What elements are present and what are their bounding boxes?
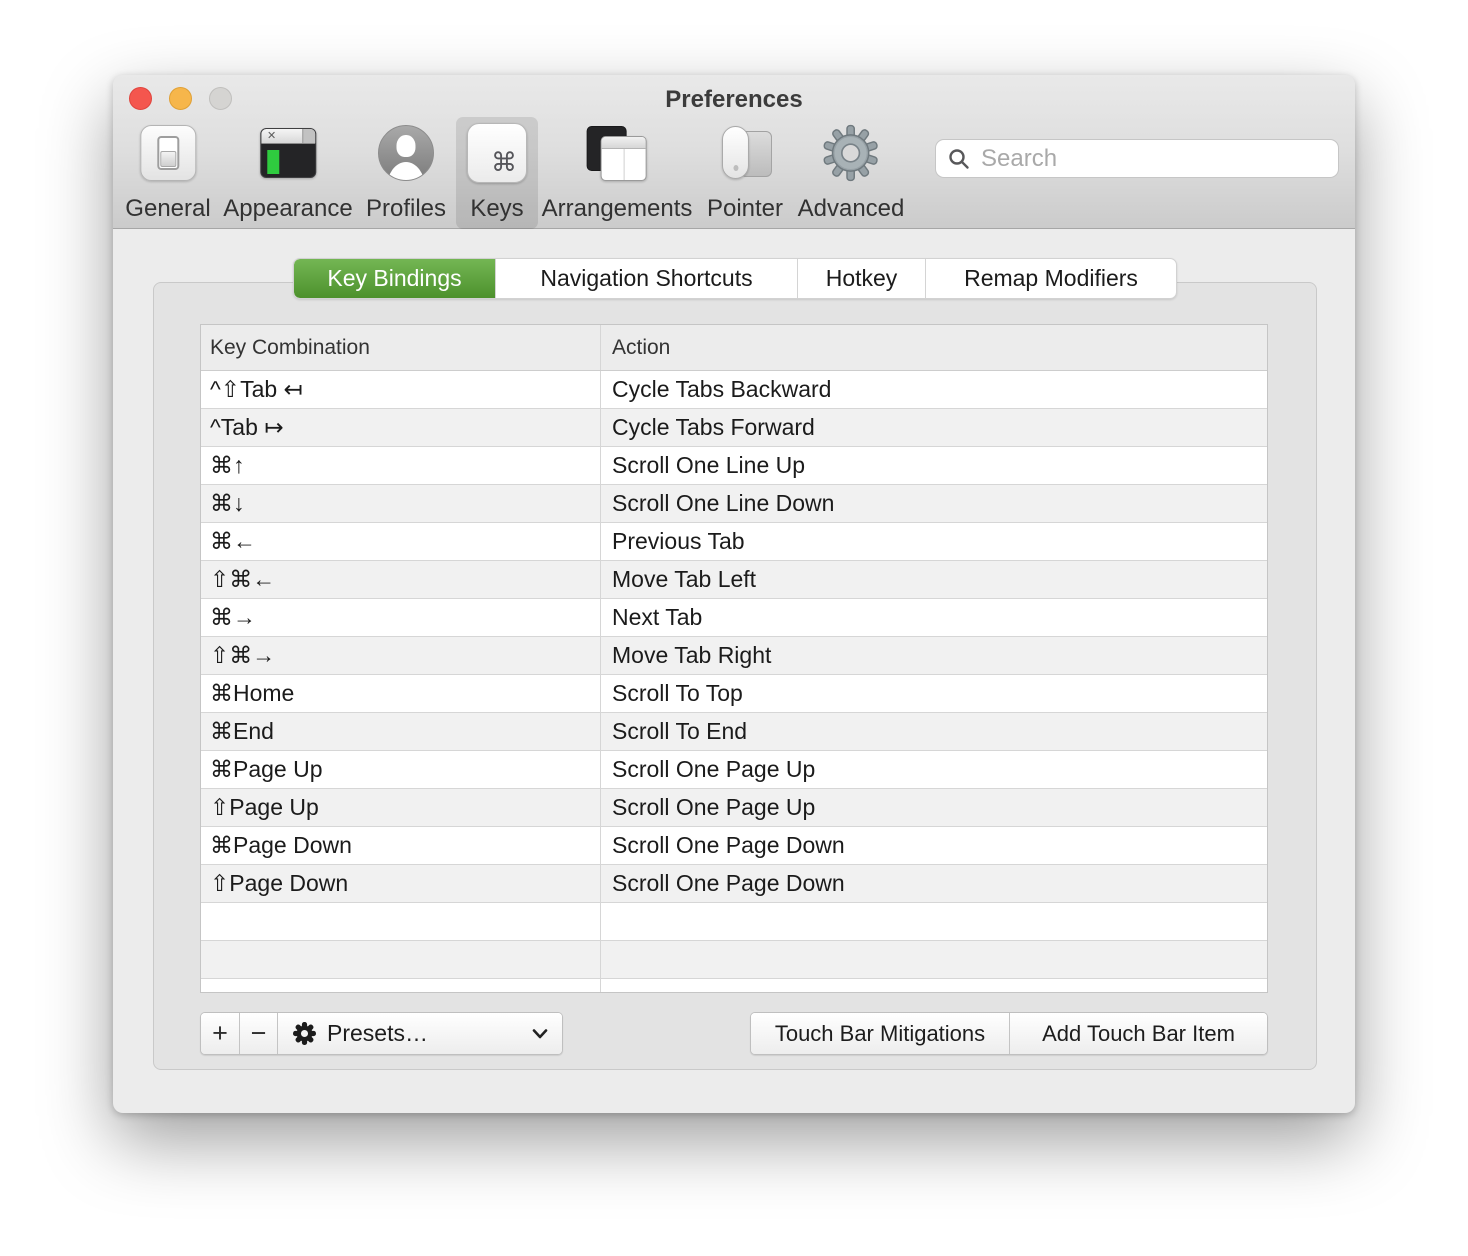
profiles-person-icon xyxy=(378,120,434,186)
table-row[interactable]: ⌘Page Up Scroll One Page Up xyxy=(201,751,1267,789)
add-touch-bar-item-button[interactable]: Add Touch Bar Item xyxy=(1009,1013,1267,1054)
key-combination-cell: ⇧Page Up xyxy=(201,789,601,826)
search-field[interactable] xyxy=(935,139,1339,178)
action-cell xyxy=(601,979,1267,993)
key-combination-cell: ^⇧Tab ↤ xyxy=(201,371,601,408)
action-cell: Cycle Tabs Backward xyxy=(601,371,1267,408)
tab-hotkey[interactable]: Hotkey xyxy=(797,259,925,298)
key-combination-cell: ⌘→ xyxy=(201,599,601,636)
gear-icon xyxy=(292,1021,317,1046)
key-combination-cell: ⇧Page Down xyxy=(201,865,601,902)
table-row[interactable]: ⇧Page Down Scroll One Page Down xyxy=(201,865,1267,903)
action-cell: Previous Tab xyxy=(601,523,1267,560)
key-combination-cell xyxy=(201,941,601,978)
key-combination-cell: ^Tab ↦ xyxy=(201,409,601,446)
toolbar-item-appearance[interactable]: ✕ Appearance xyxy=(212,117,363,229)
table-row-empty[interactable] xyxy=(201,941,1267,979)
action-cell: Cycle Tabs Forward xyxy=(601,409,1267,446)
toolbar-item-profiles[interactable]: Profiles xyxy=(355,117,457,229)
action-cell: Move Tab Right xyxy=(601,637,1267,674)
table-row[interactable]: ⇧⌘← Move Tab Left xyxy=(201,561,1267,599)
table-row[interactable]: ^Tab ↦ Cycle Tabs Forward xyxy=(201,409,1267,447)
key-combination-cell: ⇧⌘→ xyxy=(201,637,601,674)
titlebar-toolbar: Preferences General ✕ Appearance Profile… xyxy=(113,75,1355,229)
table-row-empty[interactable] xyxy=(201,903,1267,941)
presets-label: Presets… xyxy=(327,1020,428,1047)
table-edit-controls: + − Presets… xyxy=(200,1012,563,1055)
table-body: ^⇧Tab ↤ Cycle Tabs Backward ^Tab ↦ Cycle… xyxy=(201,371,1267,993)
action-cell: Scroll One Line Down xyxy=(601,485,1267,522)
key-combination-cell: ⌘Page Up xyxy=(201,751,601,788)
keys-tab-bar: Key Bindings Navigation Shortcuts Hotkey… xyxy=(293,258,1177,299)
key-combination-cell xyxy=(201,979,601,993)
key-combination-cell: ⌘Home xyxy=(201,675,601,712)
key-combination-cell: ⌘← xyxy=(201,523,601,560)
table-row[interactable]: ⌘→ Next Tab xyxy=(201,599,1267,637)
action-cell: Move Tab Left xyxy=(601,561,1267,598)
general-icon xyxy=(140,120,196,186)
toolbar-item-general[interactable]: General xyxy=(114,117,221,229)
toolbar-item-pointer[interactable]: Pointer xyxy=(696,117,794,229)
action-cell: Scroll To Top xyxy=(601,675,1267,712)
table-row[interactable]: ⌘Page Down Scroll One Page Down xyxy=(201,827,1267,865)
action-cell: Scroll One Page Down xyxy=(601,865,1267,902)
table-row[interactable]: ⌘End Scroll To End xyxy=(201,713,1267,751)
column-header-action[interactable]: Action xyxy=(601,325,1267,370)
tab-remap-modifiers[interactable]: Remap Modifiers xyxy=(925,259,1176,298)
presets-dropdown[interactable]: Presets… xyxy=(277,1013,562,1054)
arrangements-windows-icon xyxy=(587,120,647,186)
table-row[interactable]: ⌘↑ Scroll One Line Up xyxy=(201,447,1267,485)
tab-key-bindings[interactable]: Key Bindings xyxy=(294,259,495,298)
add-binding-button[interactable]: + xyxy=(201,1013,239,1054)
key-combination-cell: ⇧⌘← xyxy=(201,561,601,598)
preferences-window: Preferences General ✕ Appearance Profile… xyxy=(113,75,1355,1113)
table-row[interactable]: ^⇧Tab ↤ Cycle Tabs Backward xyxy=(201,371,1267,409)
action-cell: Scroll To End xyxy=(601,713,1267,750)
key-combination-cell: ⌘↑ xyxy=(201,447,601,484)
remove-binding-button[interactable]: − xyxy=(239,1013,277,1054)
touch-bar-mitigations-button[interactable]: Touch Bar Mitigations xyxy=(751,1013,1009,1054)
table-row[interactable]: ⇧⌘→ Move Tab Right xyxy=(201,637,1267,675)
pointer-mouse-icon xyxy=(716,120,774,186)
table-row-empty[interactable] xyxy=(201,979,1267,993)
search-input[interactable] xyxy=(979,144,1326,174)
appearance-icon: ✕ xyxy=(260,120,316,186)
table-row[interactable]: ⌘← Previous Tab xyxy=(201,523,1267,561)
action-cell: Scroll One Line Up xyxy=(601,447,1267,484)
table-header: Key Combination Action xyxy=(201,325,1267,371)
search-icon xyxy=(948,148,970,170)
column-header-key-combination[interactable]: Key Combination xyxy=(201,325,601,370)
toolbar-item-advanced[interactable]: Advanced xyxy=(787,117,916,229)
table-row[interactable]: ⌘Home Scroll To Top xyxy=(201,675,1267,713)
advanced-gear-icon xyxy=(822,120,880,186)
key-combination-cell xyxy=(201,903,601,940)
action-cell: Scroll One Page Up xyxy=(601,789,1267,826)
key-combination-cell: ⌘End xyxy=(201,713,601,750)
chevron-down-icon xyxy=(532,1029,548,1039)
table-row[interactable]: ⇧Page Up Scroll One Page Up xyxy=(201,789,1267,827)
action-cell: Scroll One Page Down xyxy=(601,827,1267,864)
toolbar-item-keys[interactable]: ⌘ Keys xyxy=(456,117,538,229)
table-row[interactable]: ⌘↓ Scroll One Line Down xyxy=(201,485,1267,523)
window-title: Preferences xyxy=(113,86,1355,114)
tab-navigation-shortcuts[interactable]: Navigation Shortcuts xyxy=(495,259,797,298)
key-bindings-table: Key Combination Action ^⇧Tab ↤ Cycle Tab… xyxy=(200,324,1268,993)
action-cell: Next Tab xyxy=(601,599,1267,636)
action-cell: Scroll One Page Up xyxy=(601,751,1267,788)
toolbar-item-arrangements[interactable]: Arrangements xyxy=(531,117,704,229)
action-cell xyxy=(601,903,1267,940)
key-combination-cell: ⌘Page Down xyxy=(201,827,601,864)
action-cell xyxy=(601,941,1267,978)
keys-keycap-icon: ⌘ xyxy=(467,120,527,186)
touch-bar-controls: Touch Bar Mitigations Add Touch Bar Item xyxy=(750,1012,1268,1055)
key-combination-cell: ⌘↓ xyxy=(201,485,601,522)
